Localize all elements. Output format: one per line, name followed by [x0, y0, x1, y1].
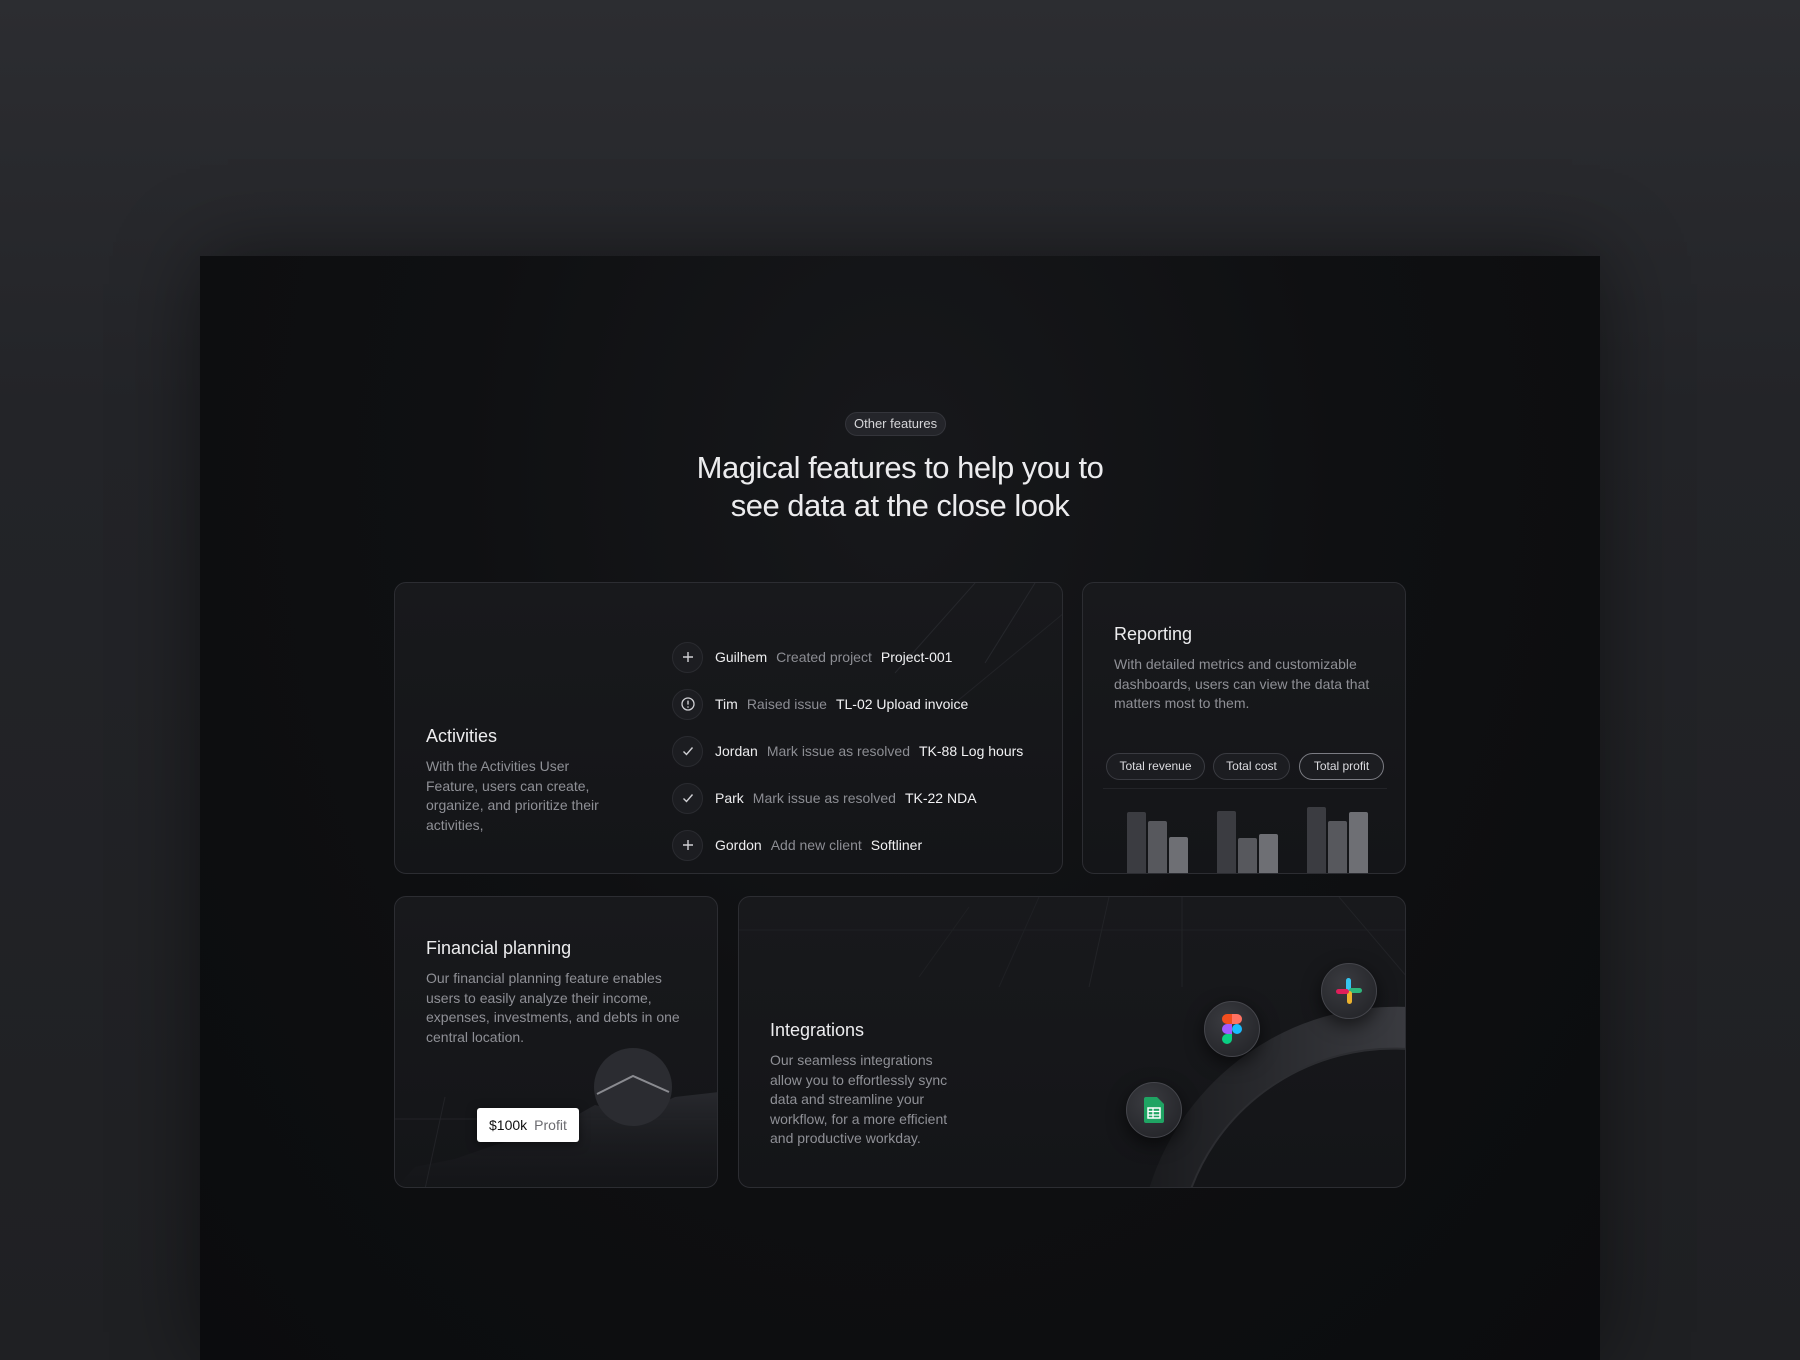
activity-user: Park — [715, 790, 744, 806]
activity-user: Tim — [715, 696, 738, 712]
reporting-title: Reporting — [1114, 624, 1193, 644]
activities-card: Activities With the Activities User Feat… — [394, 582, 1063, 874]
tab-total-cost[interactable]: Total cost — [1213, 753, 1290, 780]
plus-icon — [672, 829, 703, 861]
financial-card: Financial planning Our financial plannin… — [394, 896, 718, 1188]
report-bar — [1259, 834, 1278, 873]
report-bar — [1349, 812, 1368, 873]
activities-description: With the Activities User Feature, users … — [426, 758, 599, 833]
figma-icon[interactable] — [1204, 1001, 1260, 1057]
activity-item[interactable]: Tim Raised issue TL-02 Upload invoice — [672, 688, 968, 720]
tab-total-profit[interactable]: Total profit — [1299, 753, 1384, 780]
headline-line-1: Magical features to help you to — [696, 450, 1104, 485]
report-bar — [1307, 807, 1326, 873]
activity-user: Gordon — [715, 837, 762, 853]
section-pill: Other features — [845, 412, 947, 436]
google-sheets-icon[interactable] — [1126, 1082, 1182, 1138]
activity-object: TL-02 Upload invoice — [835, 696, 969, 712]
features-section: Other features Magical features to help … — [200, 256, 1600, 1360]
activity-object: Softliner — [870, 837, 923, 853]
activity-user: Jordan — [715, 743, 758, 759]
report-bar — [1148, 821, 1167, 873]
integrations-title: Integrations — [770, 1020, 865, 1040]
activity-item[interactable]: Park Mark issue as resolved TK-22 NDA — [672, 782, 977, 814]
reporting-card: Reporting With detailed metrics and cust… — [1082, 582, 1406, 874]
reporting-bar-chart — [1103, 788, 1387, 873]
headline-line-2: see data at the close look — [730, 488, 1070, 523]
check-icon — [672, 782, 703, 814]
activities-title: Activities — [426, 726, 498, 746]
reporting-description: With detailed metrics and customizable d… — [1114, 656, 1370, 711]
activity-item[interactable]: Jordan Mark issue as resolved TK-88 Log … — [672, 735, 1023, 767]
report-bar — [1127, 812, 1146, 873]
activity-item[interactable]: Gordon Add new client Softliner — [672, 829, 922, 861]
profit-badge: $100k Profit — [477, 1108, 579, 1142]
report-bar — [1217, 811, 1236, 873]
activity-object: TK-22 NDA — [904, 790, 977, 806]
report-bar — [1169, 837, 1188, 873]
activity-verb: Mark issue as resolved — [766, 743, 910, 759]
section-headline: Magical features to help you to see data… — [500, 449, 1300, 525]
activity-object: TK-88 Log hours — [918, 743, 1024, 759]
profit-value: $100k — [489, 1117, 528, 1133]
report-bar — [1238, 838, 1257, 873]
report-bar — [1328, 821, 1347, 873]
activity-user: Guilhem — [715, 649, 768, 665]
slack-icon[interactable] — [1321, 963, 1377, 1019]
profit-label: Profit — [534, 1117, 567, 1133]
integrations-card: Integrations Our seamless integrations a… — [738, 896, 1406, 1188]
integrations-description: Our seamless integrations allow you to e… — [770, 1052, 948, 1146]
alert-circle-icon — [672, 688, 703, 720]
plus-icon — [672, 641, 703, 673]
check-icon — [672, 735, 703, 767]
activity-verb: Add new client — [770, 837, 862, 853]
activity-item[interactable]: Guilhem Created project Project-001 — [672, 641, 952, 673]
tab-total-revenue[interactable]: Total revenue — [1106, 753, 1205, 780]
activity-verb: Mark issue as resolved — [752, 790, 896, 806]
financial-area-chart — [395, 1048, 717, 1187]
activity-verb: Created project — [776, 649, 872, 665]
activity-object: Project-001 — [880, 649, 953, 665]
activity-verb: Raised issue — [746, 696, 827, 712]
